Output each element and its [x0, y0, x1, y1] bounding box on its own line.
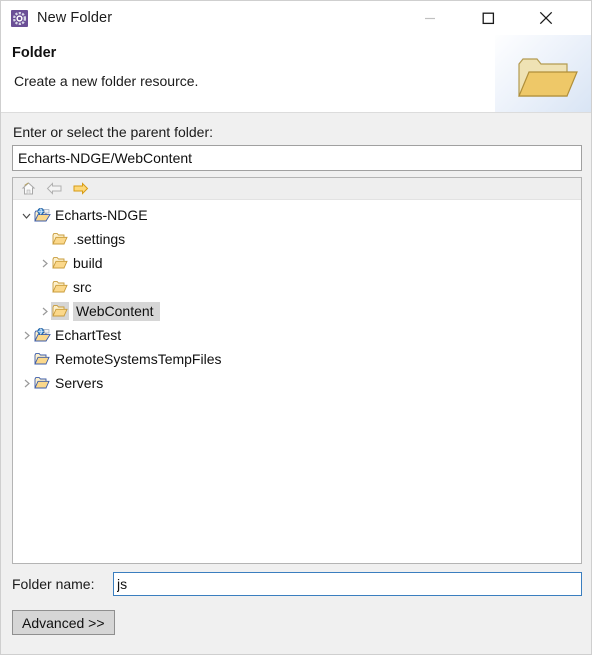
parent-folder-input[interactable] — [12, 145, 582, 171]
twisty-placeholder — [37, 275, 51, 299]
tree-item-echarts-ndge[interactable]: Echarts-NDGE — [13, 203, 581, 227]
tree-item-label: .settings — [73, 231, 126, 247]
chevron-right-icon[interactable] — [19, 323, 33, 347]
tree-item-echarttest[interactable]: EchartTest — [13, 323, 581, 347]
tree-item-settings[interactable]: .settings — [13, 227, 581, 251]
dialog-body: Enter or select the parent folder: Echar… — [1, 113, 591, 654]
tree-item-label: WebContent — [73, 301, 160, 321]
open-folder-icon — [518, 58, 578, 97]
maximize-button[interactable] — [465, 1, 511, 35]
folder-tree[interactable]: Echarts-NDGE .settings build src WebContent E… — [13, 200, 581, 563]
new-folder-dialog: New Folder Folder Create a new folder re… — [0, 0, 592, 655]
tree-item-label: Echarts-NDGE — [55, 207, 148, 223]
twisty-placeholder — [19, 347, 33, 371]
folder-name-input[interactable] — [113, 572, 582, 596]
chevron-right-icon[interactable] — [37, 251, 51, 275]
blue-folder-icon — [33, 350, 51, 368]
tree-item-label: src — [73, 279, 92, 295]
tree-item-src[interactable]: src — [13, 275, 581, 299]
tree-item-label: RemoteSystemsTempFiles — [55, 351, 222, 367]
tree-item-remotesystemstempfiles[interactable]: RemoteSystemsTempFiles — [13, 347, 581, 371]
web-project-icon — [33, 206, 51, 224]
back-arrow-icon[interactable] — [45, 180, 64, 198]
folder-icon — [51, 278, 69, 296]
dialog-banner: Folder Create a new folder resource. — [1, 35, 591, 113]
folder-icon — [51, 230, 69, 248]
title-bar: New Folder — [1, 1, 591, 35]
advanced-button[interactable]: Advanced >> — [12, 610, 115, 635]
folder-icon — [51, 254, 69, 272]
tree-toolbar — [13, 178, 581, 200]
forward-arrow-icon[interactable] — [71, 180, 90, 198]
twisty-placeholder — [37, 227, 51, 251]
close-button[interactable] — [523, 1, 569, 35]
minimize-button[interactable] — [407, 1, 453, 35]
maximize-icon — [482, 12, 494, 24]
tree-item-build[interactable]: build — [13, 251, 581, 275]
close-icon — [539, 11, 553, 25]
home-icon[interactable] — [19, 180, 38, 198]
page-subtitle: Create a new folder resource. — [14, 73, 199, 89]
tree-item-label: Servers — [55, 375, 104, 391]
chevron-down-icon[interactable] — [19, 203, 33, 227]
window-title: New Folder — [37, 10, 113, 26]
eclipse-gear-icon — [11, 9, 28, 27]
minimize-icon — [425, 17, 435, 20]
chevron-right-icon[interactable] — [37, 299, 51, 323]
page-title: Folder — [12, 45, 57, 61]
tree-item-servers[interactable]: Servers — [13, 371, 581, 395]
tree-item-label: build — [73, 255, 103, 271]
web-project-icon — [33, 326, 51, 344]
tree-item-label: EchartTest — [55, 327, 122, 343]
tree-item-webcontent[interactable]: WebContent — [13, 299, 581, 323]
blue-folder-icon — [33, 374, 51, 392]
folder-tree-panel: Echarts-NDGE .settings build src WebContent E… — [12, 177, 582, 564]
folder-name-label: Folder name: — [12, 576, 95, 592]
chevron-right-icon[interactable] — [19, 371, 33, 395]
folder-icon — [51, 302, 69, 320]
parent-folder-label: Enter or select the parent folder: — [13, 124, 213, 140]
